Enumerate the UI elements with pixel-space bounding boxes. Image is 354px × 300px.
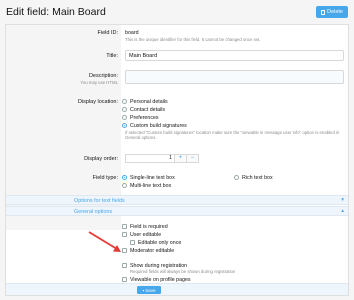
display-order-label: Display order: <box>84 156 118 162</box>
option-label: Field is required <box>130 224 168 230</box>
field-type-label: Field type: <box>92 175 118 181</box>
form-footer: ▪ Save <box>6 283 348 295</box>
section-text-fields-title: Options for text fields <box>74 198 125 204</box>
display-order-input[interactable]: 1 <box>125 154 175 163</box>
option-label: Rich text box <box>242 175 273 181</box>
radio-contact-details[interactable] <box>122 107 127 112</box>
chevron-up-icon: ▴ <box>341 208 344 214</box>
section-text-fields[interactable]: Options for text fields ▾ <box>6 195 348 205</box>
edit-field-form: Field ID: board This is the unique ident… <box>5 24 349 296</box>
option-label: Editable only once <box>138 240 182 246</box>
save-button[interactable]: ▪ Save <box>137 286 161 294</box>
show-registration-hint: Required fields will always be shown dur… <box>130 269 236 274</box>
field-id-label: Field ID: <box>97 30 118 36</box>
save-icon: ▪ <box>142 287 145 293</box>
checkbox-required[interactable] <box>122 224 127 229</box>
radio-personal-details[interactable] <box>122 99 127 104</box>
save-button-label: Save <box>145 287 156 293</box>
description-hint: You may use HTML <box>80 80 118 85</box>
radio-single-line[interactable] <box>122 175 127 180</box>
checkbox-show-registration[interactable] <box>122 263 127 268</box>
title-label: Title: <box>106 53 118 59</box>
display-order-stepper: 1 + − <box>125 154 199 163</box>
section-general-title: General options <box>74 209 113 215</box>
option-label: Preferences <box>130 115 159 121</box>
field-id-hint: This is the unique identifier for this f… <box>125 37 261 42</box>
display-location-label: Display location: <box>77 99 118 105</box>
option-label: Moderator editable <box>130 248 175 254</box>
radio-rich-text[interactable] <box>234 175 239 180</box>
field-id-value: board <box>125 30 139 36</box>
option-label: Contact details <box>130 107 166 113</box>
checkbox-viewable-profile[interactable] <box>122 277 127 282</box>
page-title: Edit field: Main Board <box>6 6 106 18</box>
chevron-down-icon: ▾ <box>341 197 344 203</box>
display-location-hint: If selected "Custom build signatures" lo… <box>125 130 340 140</box>
radio-custom-build-signatures[interactable] <box>122 123 127 128</box>
delete-button[interactable]: Delete <box>316 6 348 18</box>
description-textarea[interactable] <box>125 70 344 84</box>
option-label: Multi-line text box <box>130 183 172 189</box>
delete-button-label: Delete <box>327 9 343 15</box>
checkbox-editable-once[interactable] <box>130 240 135 245</box>
option-label: Personal details <box>130 99 168 105</box>
section-general[interactable]: General options ▴ <box>6 206 348 216</box>
trash-icon <box>321 9 326 15</box>
option-label: User editable <box>130 232 162 238</box>
option-label: Single-line text box <box>130 175 175 181</box>
radio-preferences[interactable] <box>122 115 127 120</box>
decrement-button[interactable]: − <box>187 154 199 163</box>
annotation-arrow-icon <box>88 231 121 252</box>
radio-multi-line[interactable] <box>122 183 127 188</box>
description-label: Description: <box>88 73 118 79</box>
increment-button[interactable]: + <box>175 154 187 163</box>
option-label: Custom build signatures <box>130 123 187 129</box>
title-input[interactable]: Main Board <box>125 50 344 61</box>
